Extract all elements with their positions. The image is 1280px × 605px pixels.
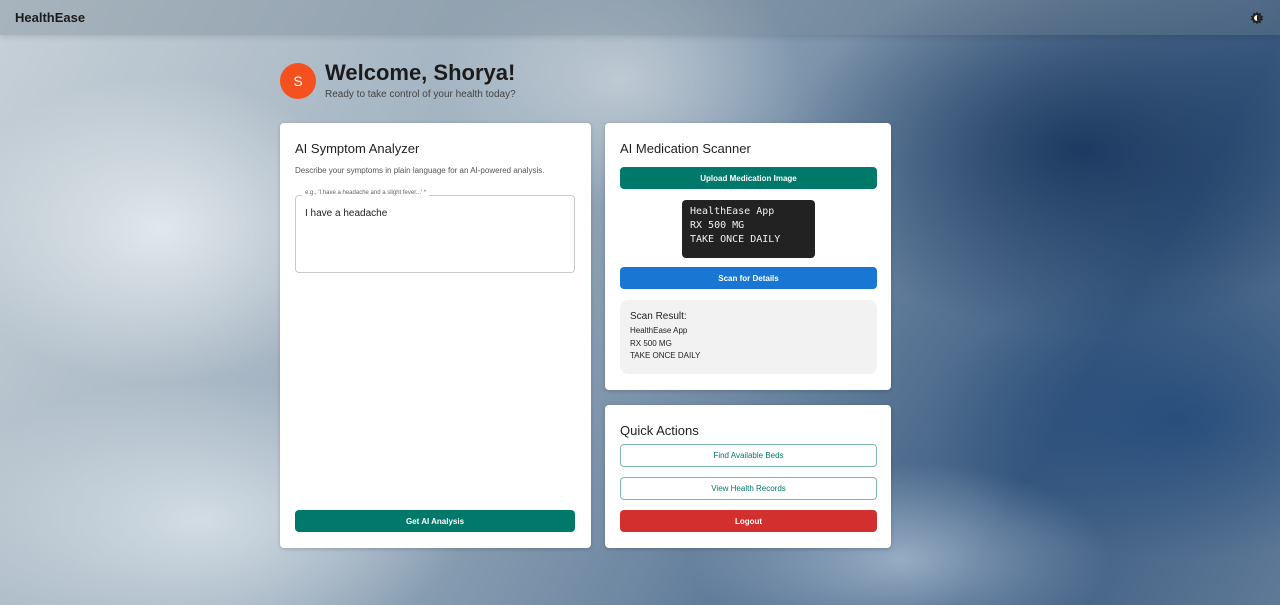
avatar[interactable]: S: [280, 63, 316, 99]
symptom-input-value[interactable]: I have a headache: [305, 208, 387, 219]
quick-actions-title: Quick Actions: [620, 423, 699, 438]
scan-result-panel: Scan Result: HealthEase App RX 500 MG TA…: [620, 300, 877, 374]
medication-scanner-card: AI Medication Scanner Upload Medication …: [605, 123, 891, 390]
medication-scanner-title: AI Medication Scanner: [620, 141, 751, 156]
top-app-bar: HealthEase: [0, 0, 1280, 35]
find-available-beds-button[interactable]: Find Available Beds: [620, 444, 877, 467]
scan-result-line: TAKE ONCE DAILY: [630, 351, 701, 360]
medication-label-line: RX 500 MG: [690, 220, 745, 231]
medication-label-line: HealthEase App: [690, 206, 775, 217]
scan-for-details-button[interactable]: Scan for Details: [620, 267, 877, 289]
scan-result-line: RX 500 MG: [630, 338, 672, 348]
page-subtitle: Ready to take control of your health tod…: [325, 89, 516, 100]
symptom-analyzer-description: Describe your symptoms in plain language…: [295, 166, 545, 175]
scan-result-title: Scan Result:: [630, 311, 687, 322]
page-title: Welcome, Shorya!: [325, 60, 516, 85]
symptom-input[interactable]: e.g., 'I have a headache and a slight fe…: [295, 190, 575, 273]
view-health-records-button[interactable]: View Health Records: [620, 477, 877, 500]
medication-label-line: TAKE ONCE DAILY: [690, 234, 781, 245]
scan-result-line: HealthEase App: [630, 326, 688, 335]
brightness-icon[interactable]: [1249, 10, 1265, 26]
symptom-analyzer-title: AI Symptom Analyzer: [295, 141, 420, 156]
quick-actions-card: Quick Actions Find Available Beds View H…: [605, 405, 891, 548]
medication-label-image: HealthEase App RX 500 MG TAKE ONCE DAILY: [682, 200, 815, 258]
logout-button[interactable]: Logout: [620, 510, 877, 532]
get-ai-analysis-button[interactable]: Get AI Analysis: [295, 510, 575, 532]
symptom-analyzer-card: AI Symptom Analyzer Describe your sympto…: [280, 123, 591, 548]
welcome-section: S Welcome, Shorya! Ready to take control…: [280, 60, 516, 100]
symptom-input-label: e.g., 'I have a headache and a slight fe…: [302, 190, 430, 196]
upload-medication-image-button[interactable]: Upload Medication Image: [620, 167, 877, 189]
app-brand[interactable]: HealthEase: [15, 10, 85, 25]
